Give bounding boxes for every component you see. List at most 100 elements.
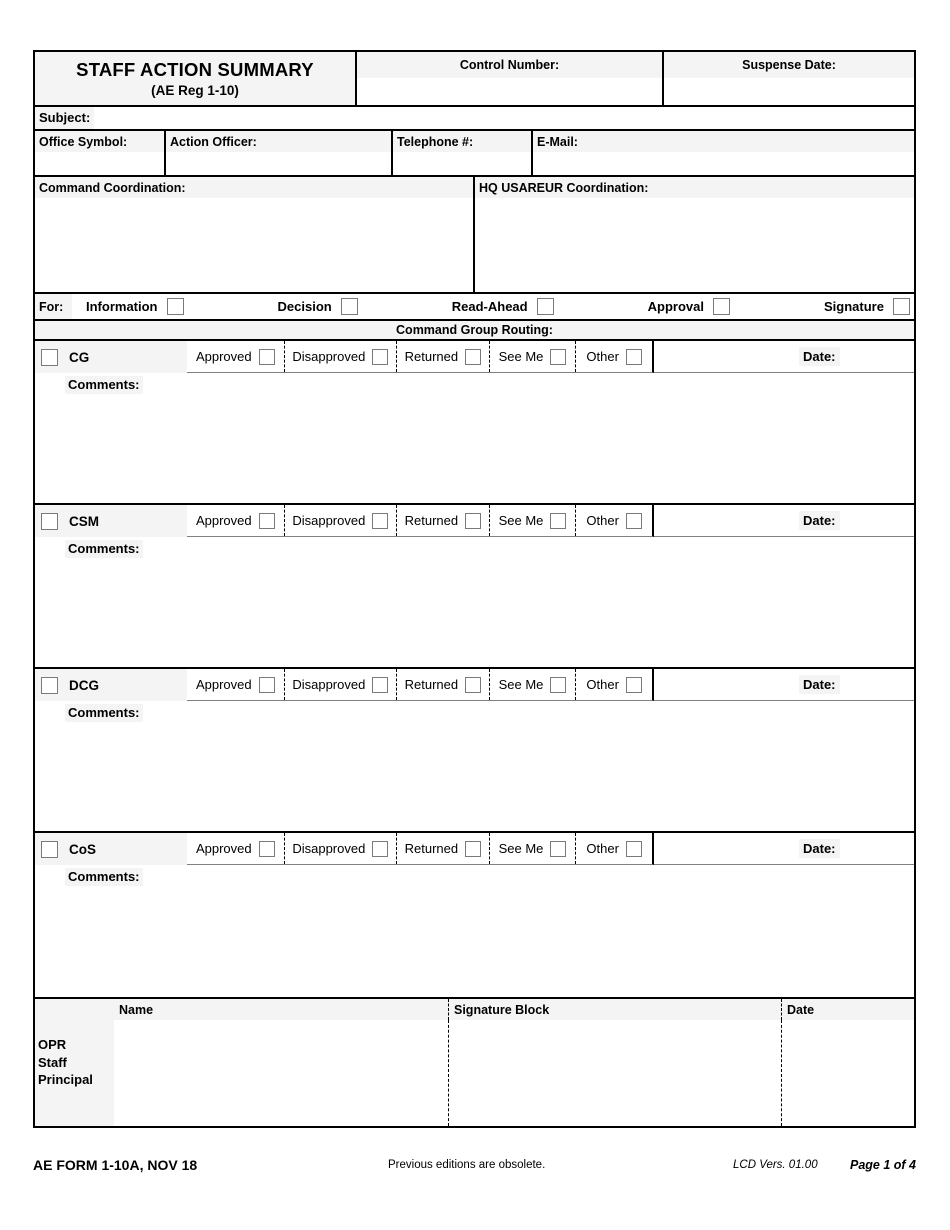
for-option-approval[interactable]: Approval xyxy=(648,298,730,315)
routing-cg-disapproved[interactable]: Disapproved xyxy=(285,341,398,372)
for-option-decision[interactable]: Decision xyxy=(278,298,358,315)
email-field[interactable]: E-Mail: xyxy=(533,131,914,175)
hq-usareur-coordination-field[interactable]: HQ USAREUR Coordination: xyxy=(475,177,914,292)
routing-dcg-returned-checkbox[interactable] xyxy=(465,676,482,693)
routing-csm-other-checkbox[interactable] xyxy=(625,512,642,529)
routing-dcg-approved-checkbox[interactable] xyxy=(258,676,275,693)
routing-csm-approved-checkbox[interactable] xyxy=(258,512,275,529)
routing-csm-checkbox[interactable] xyxy=(41,512,58,530)
routing-cos-comments[interactable]: Comments: xyxy=(35,865,914,997)
routing-cos-other-checkbox[interactable] xyxy=(625,840,642,857)
for-option-decision-checkbox[interactable] xyxy=(340,298,358,315)
routing-cg-other-checkbox[interactable] xyxy=(625,348,642,365)
telephone-field[interactable]: Telephone #: xyxy=(393,131,533,175)
routing-cos-see-me-checkbox[interactable] xyxy=(550,840,567,857)
routing-csm-see-me-checkbox[interactable] xyxy=(550,512,567,529)
suspense-date-input[interactable] xyxy=(664,78,914,105)
routing-cos-see-me[interactable]: See Me xyxy=(490,833,577,864)
routing-cos-checkbox[interactable] xyxy=(41,840,58,858)
routing-dcg-date-cell[interactable]: Date: xyxy=(654,669,914,701)
routing-csm-comments[interactable]: Comments: xyxy=(35,537,914,669)
routing-cg-approved-checkbox[interactable] xyxy=(258,348,275,365)
office-symbol-field[interactable]: Office Symbol: xyxy=(35,131,166,175)
routing-csm-approved[interactable]: Approved xyxy=(187,505,285,536)
routing-dcg-approved[interactable]: Approved xyxy=(187,669,285,700)
telephone-input[interactable] xyxy=(393,152,531,175)
routing-dcg-returned[interactable]: Returned xyxy=(397,669,490,700)
routing-cg-returned[interactable]: Returned xyxy=(397,341,490,372)
for-option-read-ahead[interactable]: Read-Ahead xyxy=(452,298,554,315)
routing-csm-other[interactable]: Other xyxy=(576,505,652,536)
routing-cg-approved[interactable]: Approved xyxy=(187,341,285,372)
routing-dcg-disapproved[interactable]: Disapproved xyxy=(285,669,398,700)
routing-cos-see-me-label: See Me xyxy=(498,841,544,856)
routing-dcg-name-cell[interactable]: DCG xyxy=(35,669,187,701)
routing-row-cos: CoS Approved Disapproved Returned See Me… xyxy=(35,833,914,865)
command-coordination-field[interactable]: Command Coordination: xyxy=(35,177,475,292)
command-coordination-input[interactable] xyxy=(35,198,473,292)
routing-dcg-checkbox[interactable] xyxy=(41,676,58,694)
routing-csm-disapproved[interactable]: Disapproved xyxy=(285,505,398,536)
for-option-information[interactable]: Information xyxy=(86,298,184,315)
routing-cg-returned-checkbox[interactable] xyxy=(465,348,482,365)
email-input[interactable] xyxy=(533,152,914,175)
routing-cg-name-cell[interactable]: CG xyxy=(35,341,187,373)
routing-dcg-other[interactable]: Other xyxy=(576,669,652,700)
for-option-signature-checkbox[interactable] xyxy=(892,298,910,315)
routing-cg-other[interactable]: Other xyxy=(576,341,652,372)
routing-dcg-see-me[interactable]: See Me xyxy=(490,669,577,700)
for-label: For: xyxy=(35,294,72,319)
routing-csm-name-cell[interactable]: CSM xyxy=(35,505,187,537)
routing-csm-see-me[interactable]: See Me xyxy=(490,505,577,536)
routing-csm-date-label: Date: xyxy=(799,511,840,530)
action-officer-input[interactable] xyxy=(166,152,391,175)
routing-cos-disapproved[interactable]: Disapproved xyxy=(285,833,398,864)
routing-cg-checkbox[interactable] xyxy=(41,348,58,366)
opr-name-input[interactable] xyxy=(114,1020,449,1126)
routing-dcg-date-label: Date: xyxy=(799,675,840,694)
routing-cos-returned-checkbox[interactable] xyxy=(465,840,482,857)
routing-cos-date-cell[interactable]: Date: xyxy=(654,833,914,865)
opr-date-input[interactable] xyxy=(782,1020,914,1126)
routing-cos-approved-checkbox[interactable] xyxy=(258,840,275,857)
for-option-signature[interactable]: Signature xyxy=(824,298,910,315)
routing-cos-approved[interactable]: Approved xyxy=(187,833,285,864)
for-option-information-checkbox[interactable] xyxy=(166,298,184,315)
routing-cos-other[interactable]: Other xyxy=(576,833,652,864)
routing-dcg-other-checkbox[interactable] xyxy=(625,676,642,693)
opr-table: Name Signature Block Date xyxy=(114,999,914,1126)
control-number-field[interactable]: Control Number: xyxy=(357,52,664,105)
routing-cg-date-cell[interactable]: Date: xyxy=(654,341,914,373)
routing-dcg-comments[interactable]: Comments: xyxy=(35,701,914,833)
for-option-information-label: Information xyxy=(86,299,158,314)
control-number-input[interactable] xyxy=(357,78,662,105)
subject-input[interactable] xyxy=(94,107,914,129)
routing-cos-name-cell[interactable]: CoS xyxy=(35,833,187,865)
action-officer-field[interactable]: Action Officer: xyxy=(166,131,393,175)
office-symbol-input[interactable] xyxy=(35,152,164,175)
form-title-block: STAFF ACTION SUMMARY (AE Reg 1-10) xyxy=(35,52,357,105)
routing-cg-comments[interactable]: Comments: xyxy=(35,373,914,505)
opr-header-signature-block: Signature Block xyxy=(449,999,782,1020)
routing-csm-see-me-label: See Me xyxy=(498,513,544,528)
subject-field[interactable]: Subject: xyxy=(35,107,914,131)
routing-cos-returned[interactable]: Returned xyxy=(397,833,490,864)
hq-usareur-coordination-input[interactable] xyxy=(475,198,914,292)
routing-dcg-disapproved-checkbox[interactable] xyxy=(372,676,389,693)
routing-cg-disapproved-checkbox[interactable] xyxy=(372,348,389,365)
opr-signature-block: OPR Staff Principal Name Signature Block… xyxy=(35,997,914,1128)
action-officer-label: Action Officer: xyxy=(166,131,391,152)
routing-dcg-see-me-checkbox[interactable] xyxy=(550,676,567,693)
routing-cg-see-me[interactable]: See Me xyxy=(490,341,577,372)
regulation-reference: (AE Reg 1-10) xyxy=(151,83,239,98)
for-option-approval-checkbox[interactable] xyxy=(712,298,730,315)
routing-csm-returned[interactable]: Returned xyxy=(397,505,490,536)
for-option-read-ahead-checkbox[interactable] xyxy=(536,298,554,315)
routing-cg-see-me-checkbox[interactable] xyxy=(550,348,567,365)
routing-csm-returned-checkbox[interactable] xyxy=(465,512,482,529)
suspense-date-field[interactable]: Suspense Date: xyxy=(664,52,914,105)
routing-cos-disapproved-checkbox[interactable] xyxy=(372,840,389,857)
opr-signature-block-input[interactable] xyxy=(449,1020,782,1126)
routing-csm-date-cell[interactable]: Date: xyxy=(654,505,914,537)
routing-csm-disapproved-checkbox[interactable] xyxy=(372,512,389,529)
